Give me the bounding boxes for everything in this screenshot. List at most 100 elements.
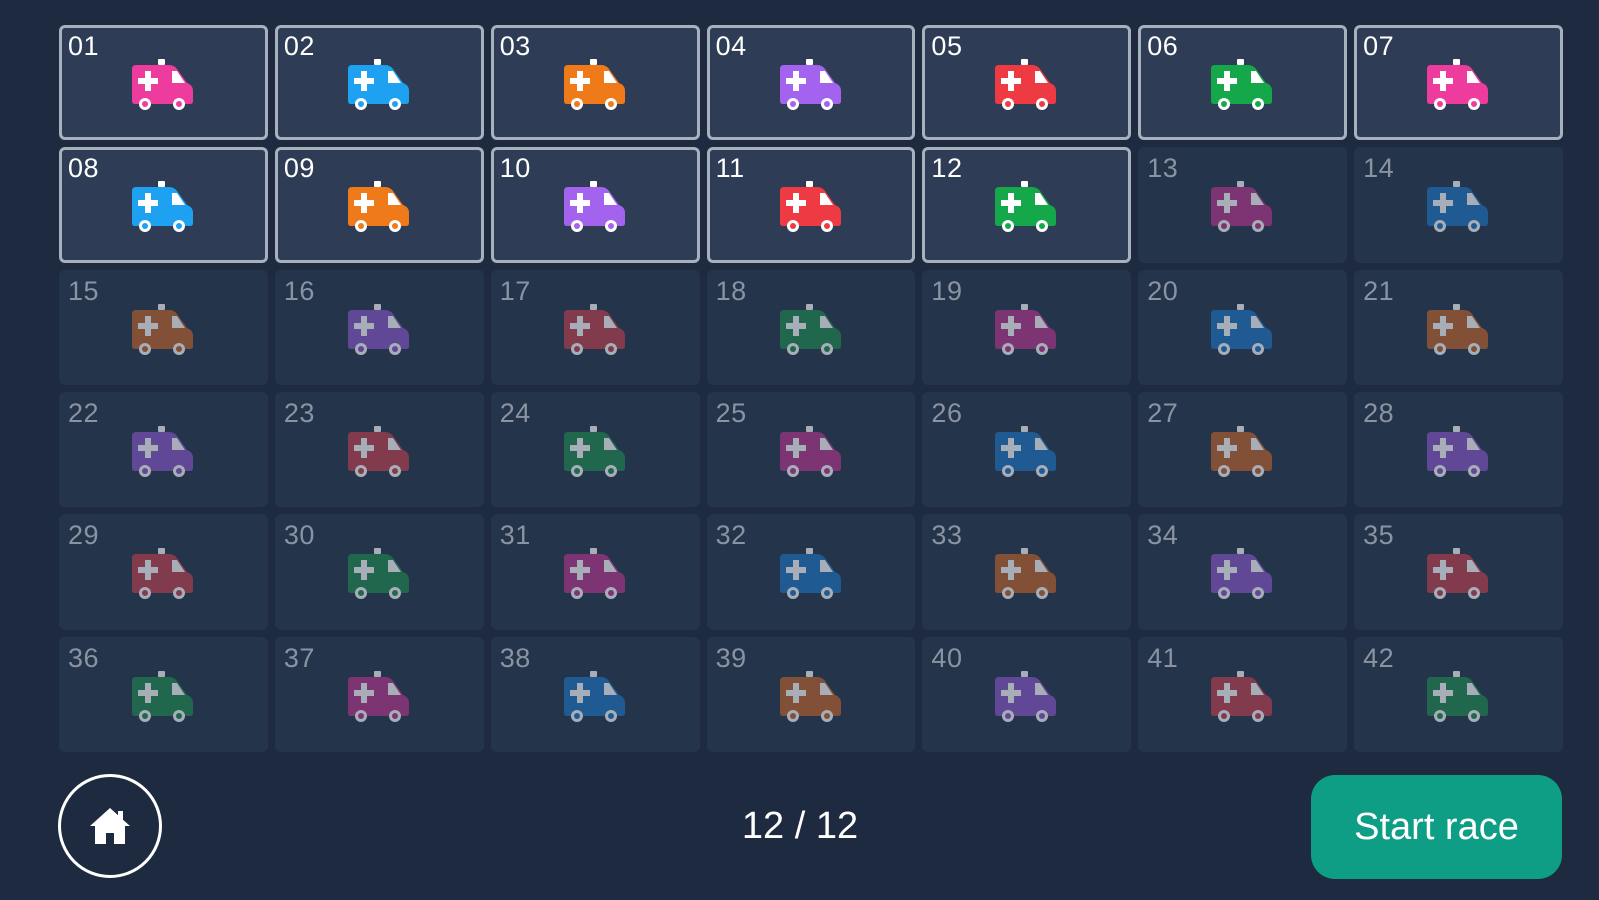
ambulance-icon (1211, 426, 1273, 477)
slot-number: 33 (931, 520, 963, 551)
slot-number: 28 (1363, 398, 1395, 428)
vehicle-slot[interactable]: 22 (59, 392, 268, 508)
vehicle-slot[interactable]: 02 (274, 25, 484, 141)
vehicle-slot[interactable]: 35 (1354, 514, 1563, 630)
vehicle-slot[interactable]: 05 (922, 25, 1132, 141)
home-button[interactable] (58, 774, 162, 878)
vehicle-slot[interactable]: 13 (1138, 147, 1348, 263)
ambulance-icon (1427, 548, 1489, 600)
vehicle-slot[interactable]: 15 (59, 269, 268, 385)
slot-number: 11 (715, 153, 745, 184)
vehicle-slot[interactable]: 03 (490, 25, 700, 141)
ambulance-icon (132, 670, 193, 722)
vehicle-slot[interactable]: 10 (490, 147, 700, 263)
ambulance-icon (779, 426, 841, 477)
ambulance-icon (347, 181, 409, 233)
ambulance-icon (1211, 670, 1273, 722)
slot-number: 39 (715, 642, 747, 673)
ambulance-icon (347, 548, 409, 600)
vehicle-slot[interactable]: 28 (1354, 392, 1563, 508)
vehicle-slot[interactable]: 31 (490, 514, 700, 630)
slot-number: 10 (499, 153, 531, 184)
ambulance-icon (1427, 670, 1489, 722)
ambulance-icon (563, 670, 625, 722)
slot-number: 09 (283, 153, 315, 184)
vehicle-slot[interactable]: 26 (922, 392, 1132, 508)
slot-number: 24 (499, 398, 531, 428)
ambulance-icon (995, 303, 1057, 355)
vehicle-slot[interactable]: 34 (1138, 514, 1348, 630)
vehicle-slot[interactable]: 39 (706, 636, 916, 752)
vehicle-slot[interactable]: 29 (59, 514, 268, 630)
ambulance-icon (347, 303, 409, 355)
slot-number: 12 (931, 153, 963, 184)
vehicle-slot[interactable]: 08 (59, 147, 268, 263)
vehicle-slot[interactable]: 41 (1138, 636, 1348, 752)
ambulance-icon (563, 59, 625, 110)
vehicle-slot[interactable]: 11 (706, 147, 916, 263)
ambulance-icon (1427, 303, 1489, 355)
vehicle-slot[interactable]: 23 (274, 392, 484, 508)
ambulance-icon (779, 670, 841, 722)
slot-number: 04 (715, 31, 747, 61)
vehicle-slot[interactable]: 33 (922, 514, 1132, 630)
vehicle-slot[interactable]: 37 (274, 636, 484, 752)
vehicle-slot[interactable]: 06 (1138, 25, 1348, 141)
ambulance-icon (779, 303, 841, 355)
ambulance-icon (563, 548, 625, 600)
vehicle-slot[interactable]: 04 (706, 25, 916, 141)
ambulance-icon (1211, 59, 1273, 110)
vehicle-slot[interactable]: 21 (1354, 269, 1563, 385)
slot-number: 22 (68, 398, 100, 428)
ambulance-icon (347, 670, 409, 722)
slot-number: 40 (931, 642, 963, 673)
slot-number: 32 (715, 520, 747, 551)
ambulance-icon (779, 59, 841, 110)
ambulance-icon (563, 426, 625, 477)
vehicle-slot[interactable]: 16 (274, 269, 484, 385)
start-race-button[interactable]: Start race (1311, 775, 1562, 879)
slot-number: 03 (499, 31, 531, 61)
ambulance-icon (132, 548, 193, 600)
slot-number: 01 (68, 31, 100, 61)
slot-number: 21 (1363, 275, 1395, 306)
slot-number: 08 (68, 153, 100, 184)
ambulance-icon (1427, 426, 1489, 477)
vehicle-slot[interactable]: 24 (490, 392, 700, 508)
slot-number: 06 (1147, 31, 1179, 61)
slot-number: 15 (68, 275, 100, 306)
slot-number: 13 (1147, 153, 1179, 184)
slot-number: 29 (68, 520, 100, 551)
ambulance-icon (1211, 303, 1273, 355)
slot-number: 19 (931, 275, 963, 306)
ambulance-icon (132, 181, 193, 233)
ambulance-icon (563, 181, 625, 233)
slot-number: 05 (931, 31, 963, 61)
vehicle-slot[interactable]: 01 (59, 25, 268, 141)
vehicle-slot[interactable]: 32 (706, 514, 916, 630)
vehicle-slot[interactable]: 40 (922, 636, 1132, 752)
vehicle-slot[interactable]: 27 (1138, 392, 1348, 508)
vehicle-slot[interactable]: 18 (706, 269, 916, 385)
ambulance-icon (995, 670, 1057, 722)
slot-number: 07 (1363, 31, 1395, 61)
slot-number: 30 (283, 520, 315, 551)
vehicle-slot[interactable]: 12 (922, 147, 1132, 263)
vehicle-slot[interactable]: 30 (274, 514, 484, 630)
slot-number: 18 (715, 275, 747, 306)
vehicle-slot[interactable]: 17 (490, 269, 700, 385)
vehicle-slot[interactable]: 36 (59, 636, 268, 752)
vehicle-slot[interactable]: 42 (1354, 636, 1563, 752)
vehicle-slot[interactable]: 25 (706, 392, 916, 508)
ambulance-icon (1427, 59, 1489, 110)
vehicle-slot[interactable]: 38 (490, 636, 700, 752)
vehicle-slot[interactable]: 09 (274, 147, 484, 263)
vehicle-slot[interactable]: 20 (1138, 269, 1348, 385)
ambulance-icon (132, 303, 193, 355)
slot-number: 34 (1147, 520, 1179, 551)
vehicle-slot[interactable]: 07 (1354, 25, 1563, 141)
vehicle-slot[interactable]: 14 (1354, 147, 1563, 263)
selection-counter: 12 / 12 (741, 805, 859, 847)
slot-number: 38 (499, 642, 531, 673)
vehicle-slot[interactable]: 19 (922, 269, 1132, 385)
